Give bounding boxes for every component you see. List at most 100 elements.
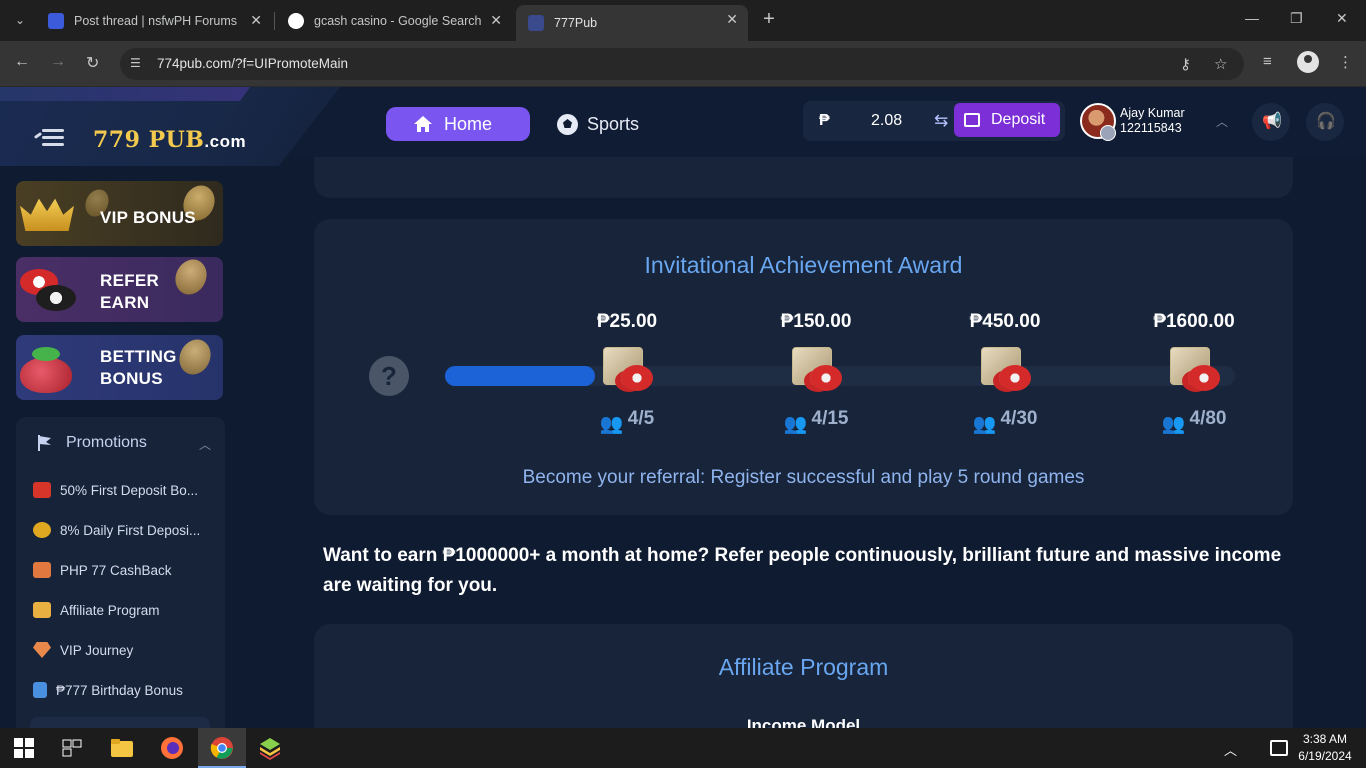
firefox-button[interactable] [148,728,196,768]
gift-icon [33,602,51,618]
browser-tab-bar: ⌄ Post thread | nsfwPH Forums ✕ gcash ca… [0,0,1366,41]
treasure-chest-icon[interactable] [603,347,653,391]
treasure-chest-icon[interactable] [792,347,842,391]
browser-toolbar: ← → ↻ ☰ 774pub.com/?f=UIPromoteMain ⚷ ☆ … [0,41,1366,87]
start-button[interactable] [0,728,48,768]
browser-tab-forum[interactable]: Post thread | nsfwPH Forums ✕ [36,6,272,35]
tag-icon [33,562,51,578]
milestone-count: 👥 4/15 [783,408,849,435]
close-tab-icon[interactable]: ✕ [250,12,262,29]
task-view-icon [62,739,82,757]
close-window-icon[interactable]: ✕ [1336,10,1348,27]
balance-value: 2.08 [871,112,903,129]
promo-item-vip-journey[interactable]: VIP Journey [33,640,225,660]
menu-collapse-icon[interactable] [33,127,66,149]
red-envelope-icon [33,482,51,498]
bookmark-star-icon[interactable]: ☆ [1214,55,1227,73]
nav-sports-button[interactable]: Sports [556,107,639,141]
deposit-button[interactable]: Deposit [954,103,1060,137]
milestone-amount: ₱450.00 [969,311,1041,332]
people-icon: 👥 [599,414,624,435]
bluestacks-icon [260,738,280,760]
tab-title: Post thread | nsfwPH Forums [74,13,238,28]
folder-icon [111,739,133,757]
milestone-count: 👥 4/5 [599,408,655,435]
restore-icon[interactable]: ❐ [1290,10,1303,27]
site-logo[interactable]: 779 PUB.com [93,127,246,153]
tab-separator [274,12,275,30]
promotions-more-item[interactable] [30,717,210,728]
announcement-button[interactable]: 📢 [1252,103,1290,141]
clock-date[interactable]: 6/19/2024 [1295,749,1355,763]
profile-icon[interactable] [1297,51,1319,73]
diamond-icon [33,642,51,658]
betting-bonus-card[interactable]: BETTING BONUS [16,335,223,400]
file-explorer-button[interactable] [98,728,146,768]
refer-earn-card[interactable]: REFER EARN [16,257,223,322]
user-id: 122115843 [1120,121,1182,135]
nav-home-button[interactable]: Home [386,107,530,141]
777pub-favicon-icon [528,15,544,31]
password-key-icon[interactable]: ⚷ [1180,55,1191,73]
treasure-chest-icon[interactable] [981,347,1031,391]
menu-kebab-icon[interactable]: ⋮ [1338,53,1353,71]
task-view-button[interactable] [48,728,96,768]
browser-tab-google[interactable]: gcash casino - Google Search ✕ [276,6,512,35]
affiliate-title: Affiliate Program [718,654,889,680]
promotions-panel: Promotions ︿ 50% First Deposit Bo... 8% … [16,417,225,728]
address-bar[interactable]: ☰ 774pub.com/?f=UIPromoteMain ⚷ ☆ [120,48,1244,80]
media-control-icon[interactable]: ≡ [1263,53,1272,70]
award-description: Become your referral: Register successfu… [522,467,1085,488]
award-title: Invitational Achievement Award [644,252,963,278]
site-header: 779 PUB.com Home Sports ₱ 2.08 ⇆ Deposit… [0,87,1366,166]
nav-home-label: Home [444,113,493,134]
site-info-icon[interactable]: ☰ [130,56,146,72]
peso-currency-icon: ₱ [819,112,830,129]
promo-item-affiliate[interactable]: Affiliate Program [33,600,225,620]
treasure-chest-icon[interactable] [1170,347,1220,391]
windows-taskbar: ︿ 3:38 AM 6/19/2024 [0,728,1366,768]
promotions-header[interactable]: Promotions [36,434,147,452]
bluestacks-button[interactable] [246,728,294,768]
close-tab-icon[interactable]: ✕ [490,12,502,29]
promo-item-cashback[interactable]: PHP 77 CashBack [33,560,225,580]
minimize-icon[interactable]: — [1245,10,1259,26]
chevron-up-icon[interactable]: ︿ [199,436,211,453]
tab-search-button[interactable]: ⌄ [8,8,32,32]
milestone-amount: ₱150.00 [780,311,852,332]
home-icon [414,116,432,132]
sidebar: VIP BONUS REFER EARN BETTING BONUS Promo… [0,157,240,728]
vip-bonus-card[interactable]: VIP BONUS [16,181,223,246]
network-icon[interactable] [1270,740,1288,756]
google-favicon-icon [288,12,304,29]
url-text[interactable]: 774pub.com/?f=UIPromoteMain [157,56,348,71]
refresh-balance-icon[interactable]: ⇆ [934,111,948,131]
support-button[interactable]: 🎧 [1306,103,1344,141]
vip-bonus-label: VIP BONUS [100,208,196,227]
megaphone-icon: 📢 [1262,113,1282,130]
refer-earn-label: REFER EARN [100,271,160,312]
milestone-count: 👥 4/80 [1161,408,1227,435]
clock-time[interactable]: 3:38 AM [1295,732,1355,746]
back-icon[interactable]: ← [14,53,30,71]
help-question-icon[interactable]: ? [369,356,409,396]
headset-icon: 🎧 [1316,113,1336,130]
browser-tab-777pub[interactable]: 777Pub ✕ [516,5,748,41]
close-tab-icon[interactable]: ✕ [726,11,738,28]
promo-item-daily-deposit[interactable]: 8% Daily First Deposi... [33,520,225,540]
flag-icon [33,682,47,698]
deposit-label: Deposit [991,111,1046,128]
promo-item-birthday[interactable]: ₱777 Birthday Bonus [33,680,225,700]
tab-title: 777Pub [554,16,598,30]
firefox-icon [161,737,183,759]
soccer-ball-icon [557,114,578,135]
promo-item-first-deposit[interactable]: 50% First Deposit Bo... [33,480,225,500]
chrome-button[interactable] [198,728,246,768]
income-model-heading: Income Model [746,716,861,728]
forward-icon[interactable]: → [50,53,66,71]
milestone-amount: ₱1600.00 [1153,311,1235,332]
new-tab-button[interactable]: + [758,8,780,30]
chevron-up-icon[interactable]: ︿ [1224,740,1237,759]
reload-icon[interactable]: ↻ [86,53,99,73]
chevron-up-icon[interactable]: ︿ [1216,113,1228,130]
